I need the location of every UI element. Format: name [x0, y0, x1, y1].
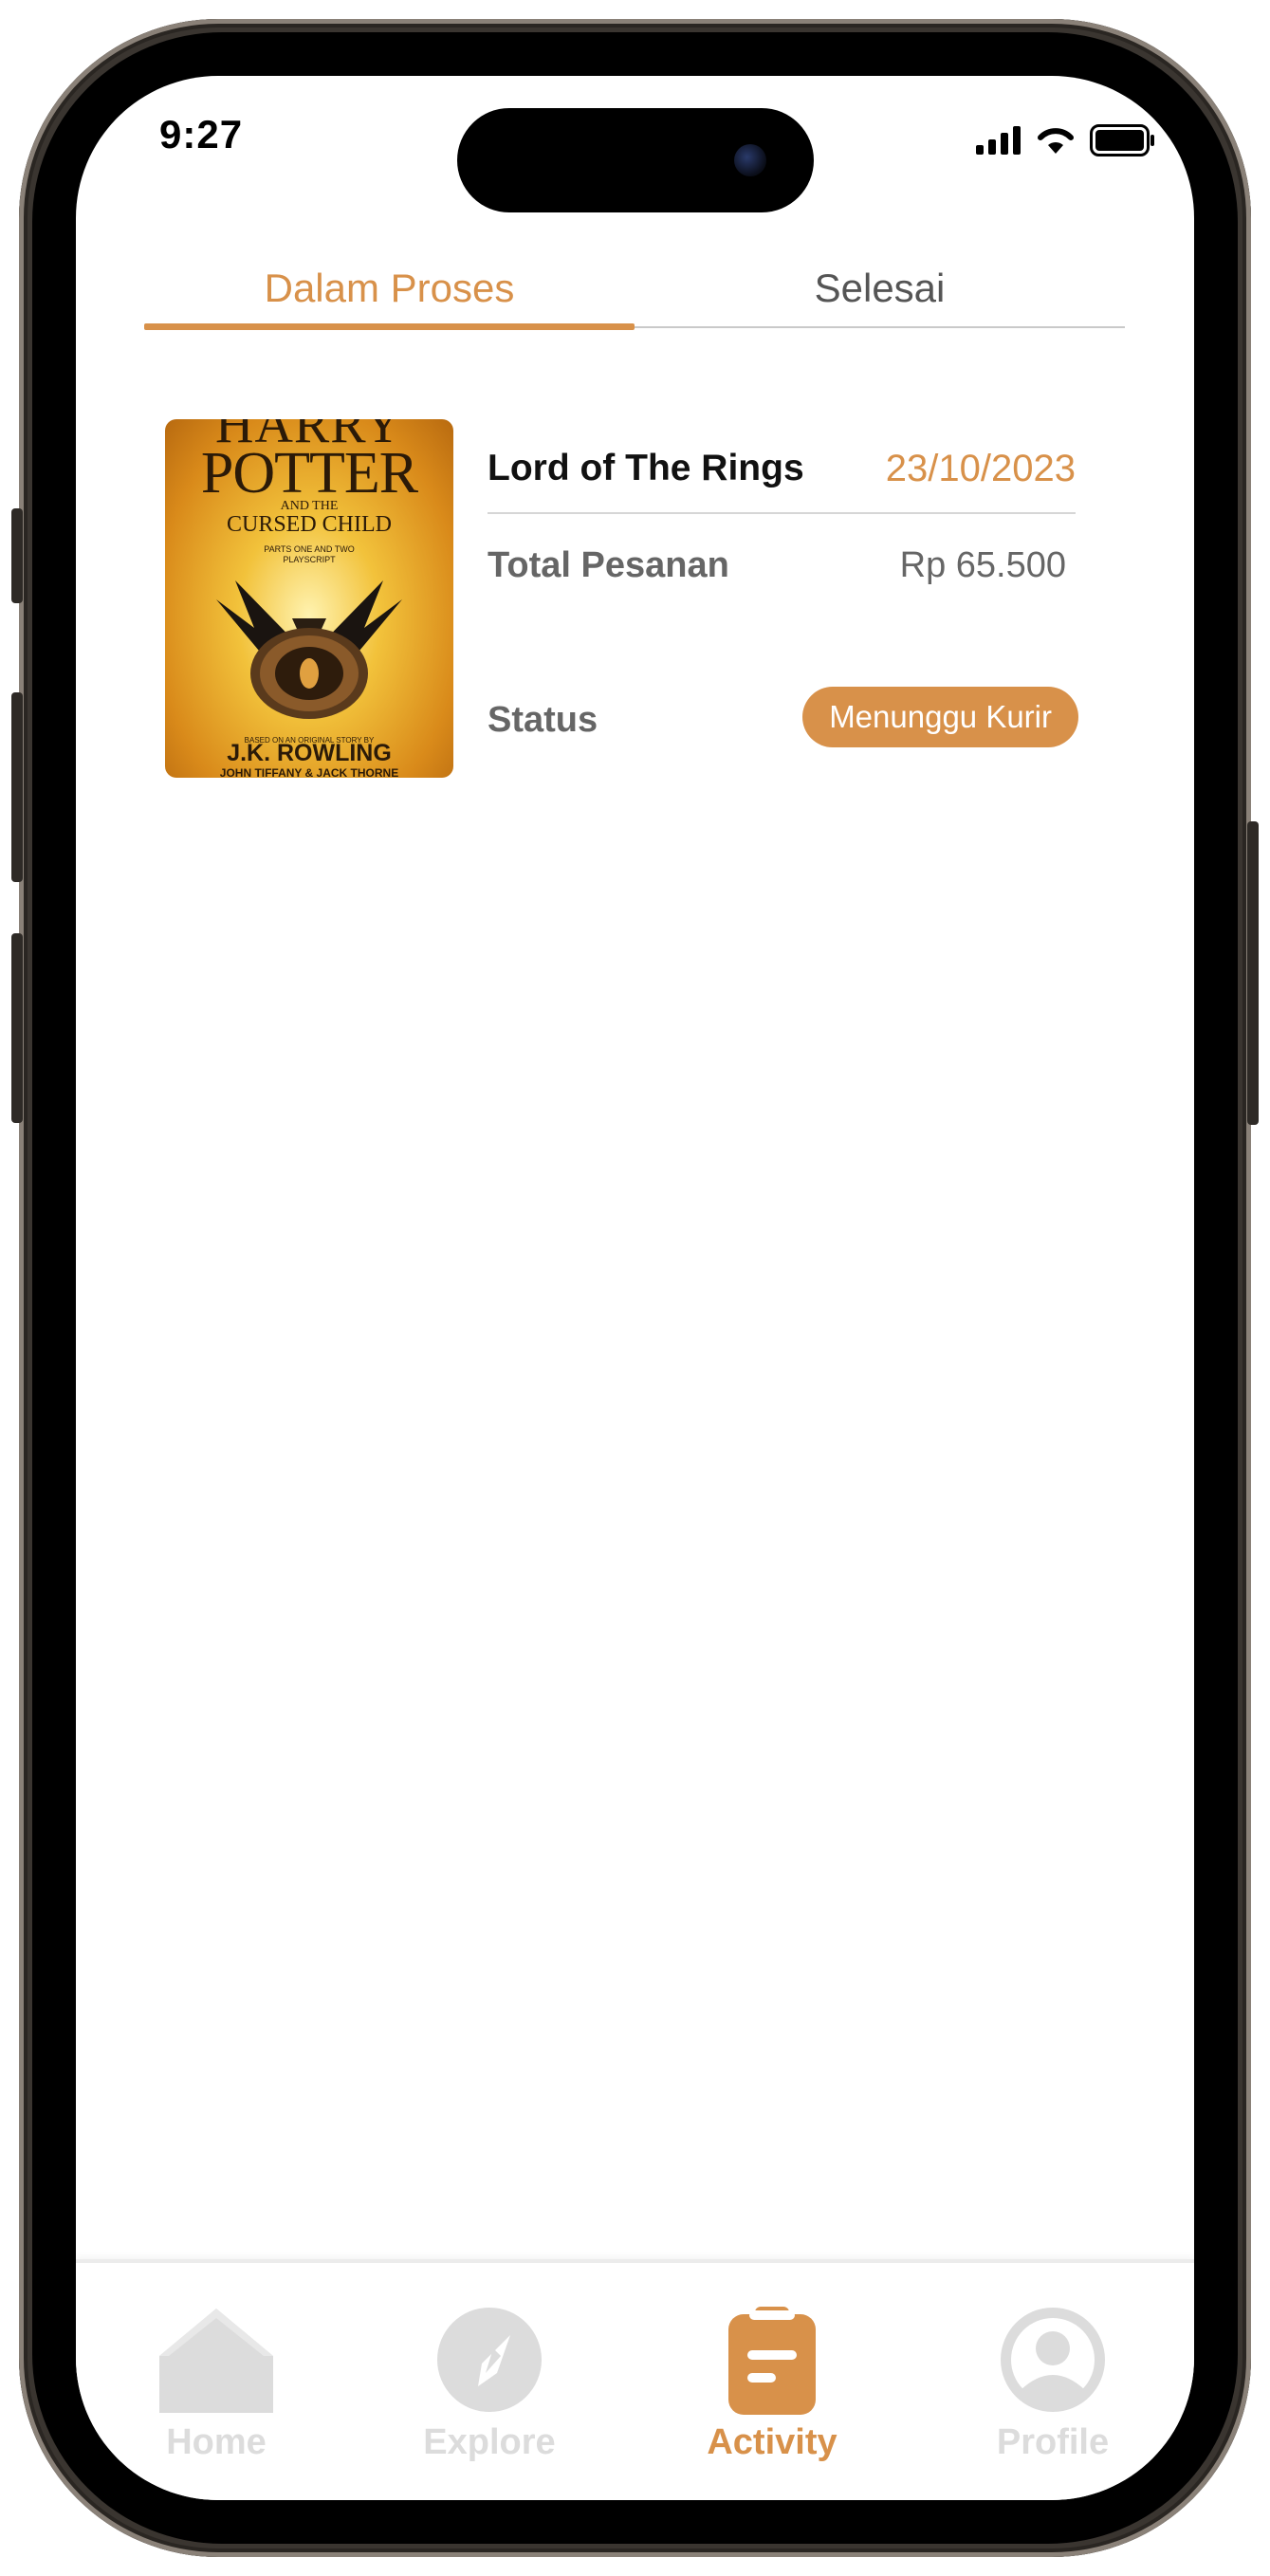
signal-icon: [976, 126, 1021, 155]
status-icons: [976, 121, 1156, 159]
nav-profile[interactable]: Profile: [958, 2307, 1148, 2477]
book-title: Lord of The Rings: [488, 448, 804, 488]
cover-coauthors: JOHN TIFFANY & JACK THORNE: [219, 766, 399, 778]
dynamic-island: [457, 108, 814, 212]
power-button: [1247, 821, 1259, 1125]
status-badge: Menunggu Kurir: [802, 687, 1078, 747]
nav-home[interactable]: Home: [121, 2307, 311, 2477]
cover-line-5: PARTS ONE AND TWO: [264, 544, 355, 554]
screen: 9:27 Dalam Proses Selesai HARRY POTTER A…: [76, 76, 1194, 2500]
book-cover-image: HARRY POTTER AND THE CURSED CHILD PARTS …: [165, 419, 453, 778]
nav-activity-label: Activity: [707, 2422, 837, 2462]
nav-explore[interactable]: Explore: [395, 2307, 584, 2477]
cover-line-4: CURSED CHILD: [226, 512, 392, 537]
total-value: Rp 65.500: [899, 545, 1066, 585]
phoenix-nest-illustration: [216, 580, 402, 719]
profile-icon: [1001, 2308, 1105, 2412]
active-tab-indicator: [144, 323, 635, 330]
status-time: 9:27: [159, 112, 244, 156]
tab-dalam-proses[interactable]: Dalam Proses: [144, 250, 635, 326]
info-divider: [488, 512, 1076, 514]
status-label: Status: [488, 700, 598, 740]
clipboard-icon: [728, 2307, 816, 2415]
nav-profile-label: Profile: [996, 2422, 1110, 2462]
cover-author: J.K. ROWLING: [227, 740, 392, 766]
compass-icon: [437, 2308, 542, 2412]
wifi-icon: [1038, 128, 1074, 154]
volume-down-button: [11, 933, 23, 1123]
total-label: Total Pesanan: [488, 545, 729, 585]
nav-activity[interactable]: Activity: [677, 2307, 867, 2477]
camera-icon: [734, 144, 766, 176]
home-icon: [159, 2309, 273, 2413]
order-tabs: Dalam Proses Selesai: [144, 250, 1125, 330]
battery-icon: [1090, 124, 1154, 156]
order-info: Lord of The Rings 23/10/2023 Total Pesan…: [488, 419, 1078, 780]
tab-selesai[interactable]: Selesai: [635, 250, 1125, 326]
nav-explore-label: Explore: [423, 2422, 556, 2462]
order-date: 23/10/2023: [885, 448, 1076, 489]
order-card[interactable]: HARRY POTTER AND THE CURSED CHILD PARTS …: [165, 419, 1114, 780]
volume-up-button: [11, 692, 23, 882]
cover-line-2: POTTER: [200, 441, 418, 506]
nav-home-label: Home: [166, 2422, 267, 2462]
bottom-navigation: Home Explore Activity Profile: [76, 2259, 1194, 2500]
mute-switch: [11, 508, 23, 603]
